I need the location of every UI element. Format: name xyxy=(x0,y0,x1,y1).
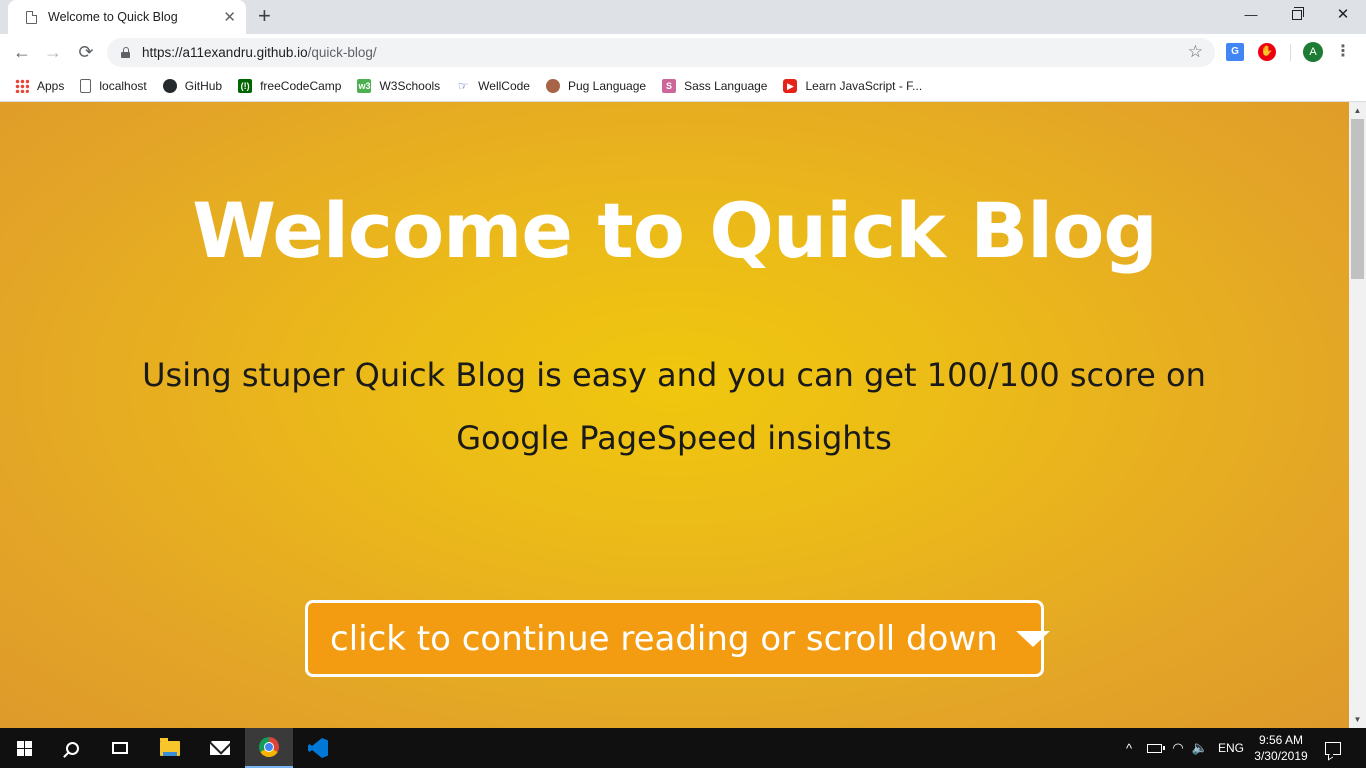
search-icon xyxy=(65,741,79,755)
bookmark-freecodecamp[interactable]: (!) freeCodeCamp xyxy=(238,79,341,93)
mail-icon xyxy=(210,741,230,755)
bookmark-label: Apps xyxy=(37,79,65,93)
windows-taskbar: ^ ◠ 🔈 ENG 9:56 AM 3/30/2019 xyxy=(0,728,1366,768)
notification-icon xyxy=(1325,741,1341,755)
restore-icon xyxy=(1292,7,1304,20)
scroll-thumb[interactable] xyxy=(1351,119,1364,279)
volume-icon[interactable]: 🔈 xyxy=(1190,728,1210,768)
task-view-button[interactable] xyxy=(96,728,144,768)
bookmark-learn-javascript[interactable]: ▶ Learn JavaScript - F... xyxy=(783,79,922,93)
system-clock[interactable]: 9:56 AM 3/30/2019 xyxy=(1250,728,1312,768)
scroll-down-arrow[interactable]: ▼ xyxy=(1349,711,1366,728)
tab-quick-blog[interactable]: Welcome to Quick Blog ✕ xyxy=(8,0,246,34)
address-bar[interactable]: https://a11exandru.github.io/quick-blog/… xyxy=(107,38,1215,67)
continue-reading-button[interactable]: click to continue reading or scroll down xyxy=(305,600,1050,677)
minimize-button[interactable]: — xyxy=(1228,3,1274,27)
browser-menu-icon[interactable]: ⋮ xyxy=(1335,40,1351,64)
bookmark-github[interactable]: GitHub xyxy=(162,79,223,93)
bookmark-label: Pug Language xyxy=(567,79,647,93)
page-icon xyxy=(80,79,92,93)
action-center-button[interactable] xyxy=(1318,728,1348,768)
browser-toolbar: ← → ⟳ https://a11exandru.github.io/quick… xyxy=(0,34,1366,71)
bookmark-label: W3Schools xyxy=(379,79,441,93)
url-text[interactable]: https://a11exandru.github.io/quick-blog/ xyxy=(142,45,377,60)
task-view-icon xyxy=(112,742,128,754)
vscode-icon xyxy=(308,738,328,758)
bookmark-label: GitHub xyxy=(184,79,223,93)
file-explorer-button[interactable] xyxy=(146,728,194,768)
tab-strip: Welcome to Quick Blog ✕ + — ✕ xyxy=(0,0,1366,34)
windows-logo-icon xyxy=(16,740,32,756)
wellcode-icon: ☞ xyxy=(456,79,471,93)
bookmark-label: WellCode xyxy=(478,79,530,93)
url-path: /quick-blog/ xyxy=(307,45,377,60)
mail-button[interactable] xyxy=(196,728,244,768)
continue-reading-label: click to continue reading or scroll down xyxy=(330,618,998,659)
start-button[interactable] xyxy=(0,728,48,768)
restore-button[interactable] xyxy=(1274,3,1320,27)
battery-icon xyxy=(1146,743,1165,753)
w3schools-icon: w3 xyxy=(357,79,372,93)
page-icon xyxy=(26,10,37,24)
youtube-icon: ▶ xyxy=(783,79,798,93)
bookmark-w3schools[interactable]: w3 W3Schools xyxy=(357,79,440,93)
bookmark-pug[interactable]: Pug Language xyxy=(545,79,647,93)
folder-icon xyxy=(160,737,180,756)
bookmark-label: freeCodeCamp xyxy=(260,79,342,93)
bookmark-label: Learn JavaScript - F... xyxy=(805,79,923,93)
bookmark-sass[interactable]: S Sass Language xyxy=(662,79,767,93)
url-host: https://a11exandru.github.io xyxy=(142,45,308,60)
page-hero: Welcome to Quick Blog Using stuper Quick… xyxy=(0,102,1349,728)
bookmark-label: localhost xyxy=(99,79,147,93)
google-translate-icon[interactable]: G xyxy=(1226,43,1244,61)
reload-button[interactable]: ⟳ xyxy=(73,39,99,65)
github-icon xyxy=(162,79,177,93)
bookmark-label: Sass Language xyxy=(684,79,768,93)
freecodecamp-icon: (!) xyxy=(238,79,253,93)
language-indicator[interactable]: ENG xyxy=(1214,728,1248,768)
lock-icon[interactable] xyxy=(121,47,130,58)
sass-icon: S xyxy=(662,79,677,93)
profile-avatar[interactable]: A xyxy=(1303,42,1323,62)
battery-button[interactable] xyxy=(1143,728,1165,768)
bookmark-apps[interactable]: Apps xyxy=(15,79,64,93)
clock-time: 9:56 AM xyxy=(1258,733,1304,747)
search-button[interactable] xyxy=(48,728,96,768)
new-tab-button[interactable]: + xyxy=(258,4,271,28)
toolbar-divider xyxy=(1290,44,1291,61)
tray-overflow-chevron[interactable]: ^ xyxy=(1120,728,1138,768)
pug-icon xyxy=(545,79,560,93)
bookmark-star-icon[interactable]: ☆ xyxy=(1188,42,1203,62)
vscode-taskbar-button[interactable] xyxy=(294,728,342,768)
clock-date: 3/30/2019 xyxy=(1254,749,1308,763)
page-title: Welcome to Quick Blog xyxy=(192,186,1158,275)
chrome-taskbar-button[interactable] xyxy=(245,728,293,768)
bookmark-wellcode[interactable]: ☞ WellCode xyxy=(456,79,530,93)
tab-close-icon[interactable]: ✕ xyxy=(223,8,236,26)
tab-title: Welcome to Quick Blog xyxy=(48,10,178,24)
page-subtitle: Using stuper Quick Blog is easy and you … xyxy=(142,356,1206,457)
back-button[interactable]: ← xyxy=(9,39,35,65)
close-window-button[interactable]: ✕ xyxy=(1320,3,1366,27)
wifi-icon[interactable]: ◠ xyxy=(1168,728,1188,768)
bookmarks-bar: Apps localhost GitHub (!) freeCodeCamp w3… xyxy=(0,71,1366,102)
forward-button[interactable]: → xyxy=(40,39,66,65)
scroll-up-arrow[interactable]: ▲ xyxy=(1349,102,1366,119)
adblock-icon[interactable]: ✋ xyxy=(1258,43,1276,61)
page-scrollbar[interactable]: ▲ ▼ xyxy=(1349,102,1366,728)
apps-grid-icon xyxy=(15,79,29,93)
chrome-icon xyxy=(259,737,279,757)
bookmark-localhost[interactable]: localhost xyxy=(80,79,147,93)
caret-down-icon xyxy=(1015,630,1050,647)
